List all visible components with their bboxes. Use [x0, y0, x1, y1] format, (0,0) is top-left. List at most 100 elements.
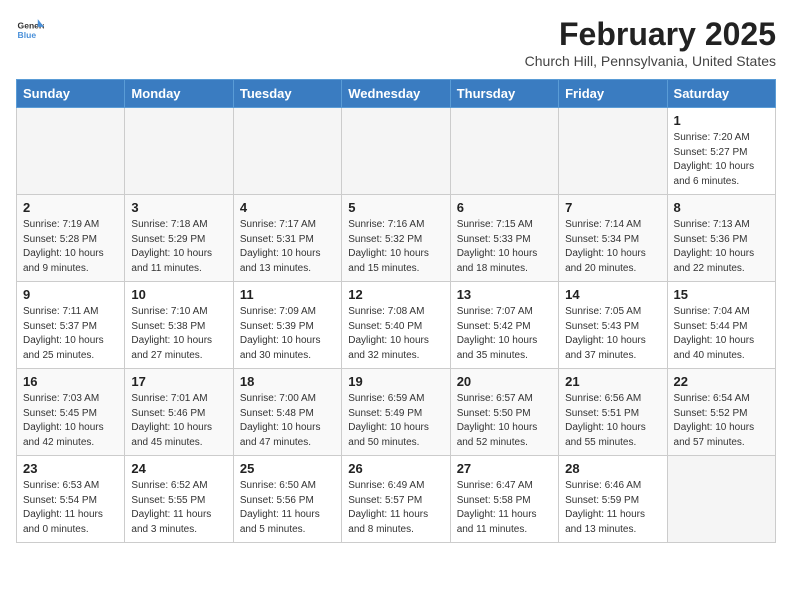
- day-info: Sunrise: 7:20 AM Sunset: 5:27 PM Dayligh…: [674, 131, 769, 189]
- calendar-cell: 4 Sunrise: 7:17 AM Sunset: 5:31 PM Daylig…: [233, 195, 341, 282]
- calendar-cell: [125, 108, 233, 195]
- day-number: 18: [240, 374, 335, 389]
- calendar-cell: 7 Sunrise: 7:14 AM Sunset: 5:34 PM Daylig…: [559, 195, 667, 282]
- day-info: Sunrise: 7:05 AM Sunset: 5:43 PM Dayligh…: [565, 305, 660, 363]
- calendar-cell: [233, 108, 341, 195]
- weekday-header-monday: Monday: [125, 80, 233, 108]
- day-info: Sunrise: 7:00 AM Sunset: 5:48 PM Dayligh…: [240, 392, 335, 450]
- calendar-cell: 1 Sunrise: 7:20 AM Sunset: 5:27 PM Daylig…: [667, 108, 775, 195]
- calendar-cell: 24Sunrise: 6:52 AM Sunset: 5:55 PM Dayli…: [125, 456, 233, 543]
- day-number: 9: [23, 287, 118, 302]
- day-info: Sunrise: 7:15 AM Sunset: 5:33 PM Dayligh…: [457, 218, 552, 276]
- day-number: 4: [240, 200, 335, 215]
- day-number: 24: [131, 461, 226, 476]
- calendar-cell: 22 Sunrise: 6:54 AM Sunset: 5:52 PM Dayli…: [667, 369, 775, 456]
- calendar: SundayMondayTuesdayWednesdayThursdayFrid…: [16, 79, 776, 543]
- calendar-week-4: 16 Sunrise: 7:03 AM Sunset: 5:45 PM Dayli…: [17, 369, 776, 456]
- day-number: 8: [674, 200, 769, 215]
- day-info: Sunrise: 6:47 AM Sunset: 5:58 PM Dayligh…: [457, 479, 552, 537]
- day-number: 28: [565, 461, 660, 476]
- calendar-cell: 12Sunrise: 7:08 AM Sunset: 5:40 PM Dayli…: [342, 282, 450, 369]
- calendar-week-2: 2 Sunrise: 7:19 AM Sunset: 5:28 PM Daylig…: [17, 195, 776, 282]
- day-number: 21: [565, 374, 660, 389]
- day-number: 14: [565, 287, 660, 302]
- day-info: Sunrise: 7:16 AM Sunset: 5:32 PM Dayligh…: [348, 218, 443, 276]
- day-number: 3: [131, 200, 226, 215]
- day-info: Sunrise: 7:09 AM Sunset: 5:39 PM Dayligh…: [240, 305, 335, 363]
- weekday-header-thursday: Thursday: [450, 80, 558, 108]
- calendar-cell: 16 Sunrise: 7:03 AM Sunset: 5:45 PM Dayli…: [17, 369, 125, 456]
- calendar-cell: 21 Sunrise: 6:56 AM Sunset: 5:51 PM Dayli…: [559, 369, 667, 456]
- day-info: Sunrise: 6:59 AM Sunset: 5:49 PM Dayligh…: [348, 392, 443, 450]
- day-info: Sunrise: 7:07 AM Sunset: 5:42 PM Dayligh…: [457, 305, 552, 363]
- calendar-cell: 26 Sunrise: 6:49 AM Sunset: 5:57 PM Dayli…: [342, 456, 450, 543]
- day-number: 17: [131, 374, 226, 389]
- header: General Blue February 2025 Church Hill, …: [16, 16, 776, 69]
- weekday-header-saturday: Saturday: [667, 80, 775, 108]
- calendar-cell: 9 Sunrise: 7:11 AM Sunset: 5:37 PM Daylig…: [17, 282, 125, 369]
- weekday-header-friday: Friday: [559, 80, 667, 108]
- day-info: Sunrise: 6:57 AM Sunset: 5:50 PM Dayligh…: [457, 392, 552, 450]
- day-info: Sunrise: 7:04 AM Sunset: 5:44 PM Dayligh…: [674, 305, 769, 363]
- calendar-body: 1 Sunrise: 7:20 AM Sunset: 5:27 PM Daylig…: [17, 108, 776, 543]
- day-info: Sunrise: 7:14 AM Sunset: 5:34 PM Dayligh…: [565, 218, 660, 276]
- day-number: 25: [240, 461, 335, 476]
- weekday-header-wednesday: Wednesday: [342, 80, 450, 108]
- day-info: Sunrise: 6:50 AM Sunset: 5:56 PM Dayligh…: [240, 479, 335, 537]
- day-number: 27: [457, 461, 552, 476]
- day-info: Sunrise: 6:49 AM Sunset: 5:57 PM Dayligh…: [348, 479, 443, 537]
- day-number: 23: [23, 461, 118, 476]
- title-area: February 2025 Church Hill, Pennsylvania,…: [525, 16, 776, 69]
- day-info: Sunrise: 7:01 AM Sunset: 5:46 PM Dayligh…: [131, 392, 226, 450]
- day-info: Sunrise: 6:46 AM Sunset: 5:59 PM Dayligh…: [565, 479, 660, 537]
- day-number: 1: [674, 113, 769, 128]
- calendar-cell: 2 Sunrise: 7:19 AM Sunset: 5:28 PM Daylig…: [17, 195, 125, 282]
- calendar-week-3: 9 Sunrise: 7:11 AM Sunset: 5:37 PM Daylig…: [17, 282, 776, 369]
- day-number: 19: [348, 374, 443, 389]
- calendar-cell: [450, 108, 558, 195]
- day-number: 2: [23, 200, 118, 215]
- day-info: Sunrise: 6:56 AM Sunset: 5:51 PM Dayligh…: [565, 392, 660, 450]
- day-info: Sunrise: 7:10 AM Sunset: 5:38 PM Dayligh…: [131, 305, 226, 363]
- calendar-cell: 8Sunrise: 7:13 AM Sunset: 5:36 PM Daylig…: [667, 195, 775, 282]
- location-title: Church Hill, Pennsylvania, United States: [525, 53, 776, 69]
- calendar-cell: 28 Sunrise: 6:46 AM Sunset: 5:59 PM Dayli…: [559, 456, 667, 543]
- calendar-cell: 23 Sunrise: 6:53 AM Sunset: 5:54 PM Dayli…: [17, 456, 125, 543]
- day-info: Sunrise: 7:11 AM Sunset: 5:37 PM Dayligh…: [23, 305, 118, 363]
- day-info: Sunrise: 7:03 AM Sunset: 5:45 PM Dayligh…: [23, 392, 118, 450]
- day-number: 20: [457, 374, 552, 389]
- day-number: 6: [457, 200, 552, 215]
- calendar-cell: 3 Sunrise: 7:18 AM Sunset: 5:29 PM Daylig…: [125, 195, 233, 282]
- calendar-cell: [342, 108, 450, 195]
- day-info: Sunrise: 7:18 AM Sunset: 5:29 PM Dayligh…: [131, 218, 226, 276]
- calendar-cell: 17 Sunrise: 7:01 AM Sunset: 5:46 PM Dayli…: [125, 369, 233, 456]
- calendar-cell: 14 Sunrise: 7:05 AM Sunset: 5:43 PM Dayli…: [559, 282, 667, 369]
- day-number: 7: [565, 200, 660, 215]
- calendar-cell: [667, 456, 775, 543]
- calendar-cell: 15Sunrise: 7:04 AM Sunset: 5:44 PM Dayli…: [667, 282, 775, 369]
- day-number: 10: [131, 287, 226, 302]
- day-number: 22: [674, 374, 769, 389]
- day-info: Sunrise: 7:17 AM Sunset: 5:31 PM Dayligh…: [240, 218, 335, 276]
- day-number: 26: [348, 461, 443, 476]
- calendar-week-1: 1 Sunrise: 7:20 AM Sunset: 5:27 PM Daylig…: [17, 108, 776, 195]
- day-info: Sunrise: 7:08 AM Sunset: 5:40 PM Dayligh…: [348, 305, 443, 363]
- weekday-header-sunday: Sunday: [17, 80, 125, 108]
- calendar-cell: 25 Sunrise: 6:50 AM Sunset: 5:56 PM Dayli…: [233, 456, 341, 543]
- calendar-cell: 5Sunrise: 7:16 AM Sunset: 5:32 PM Daylig…: [342, 195, 450, 282]
- calendar-cell: 13 Sunrise: 7:07 AM Sunset: 5:42 PM Dayli…: [450, 282, 558, 369]
- svg-text:Blue: Blue: [18, 30, 37, 40]
- weekday-header-tuesday: Tuesday: [233, 80, 341, 108]
- day-info: Sunrise: 6:53 AM Sunset: 5:54 PM Dayligh…: [23, 479, 118, 537]
- calendar-cell: 27 Sunrise: 6:47 AM Sunset: 5:58 PM Dayli…: [450, 456, 558, 543]
- calendar-week-5: 23 Sunrise: 6:53 AM Sunset: 5:54 PM Dayli…: [17, 456, 776, 543]
- calendar-cell: 18 Sunrise: 7:00 AM Sunset: 5:48 PM Dayli…: [233, 369, 341, 456]
- weekday-row: SundayMondayTuesdayWednesdayThursdayFrid…: [17, 80, 776, 108]
- calendar-cell: [17, 108, 125, 195]
- day-info: Sunrise: 6:54 AM Sunset: 5:52 PM Dayligh…: [674, 392, 769, 450]
- day-number: 13: [457, 287, 552, 302]
- day-info: Sunrise: 7:19 AM Sunset: 5:28 PM Dayligh…: [23, 218, 118, 276]
- calendar-cell: 6 Sunrise: 7:15 AM Sunset: 5:33 PM Daylig…: [450, 195, 558, 282]
- day-number: 16: [23, 374, 118, 389]
- calendar-cell: 19 Sunrise: 6:59 AM Sunset: 5:49 PM Dayli…: [342, 369, 450, 456]
